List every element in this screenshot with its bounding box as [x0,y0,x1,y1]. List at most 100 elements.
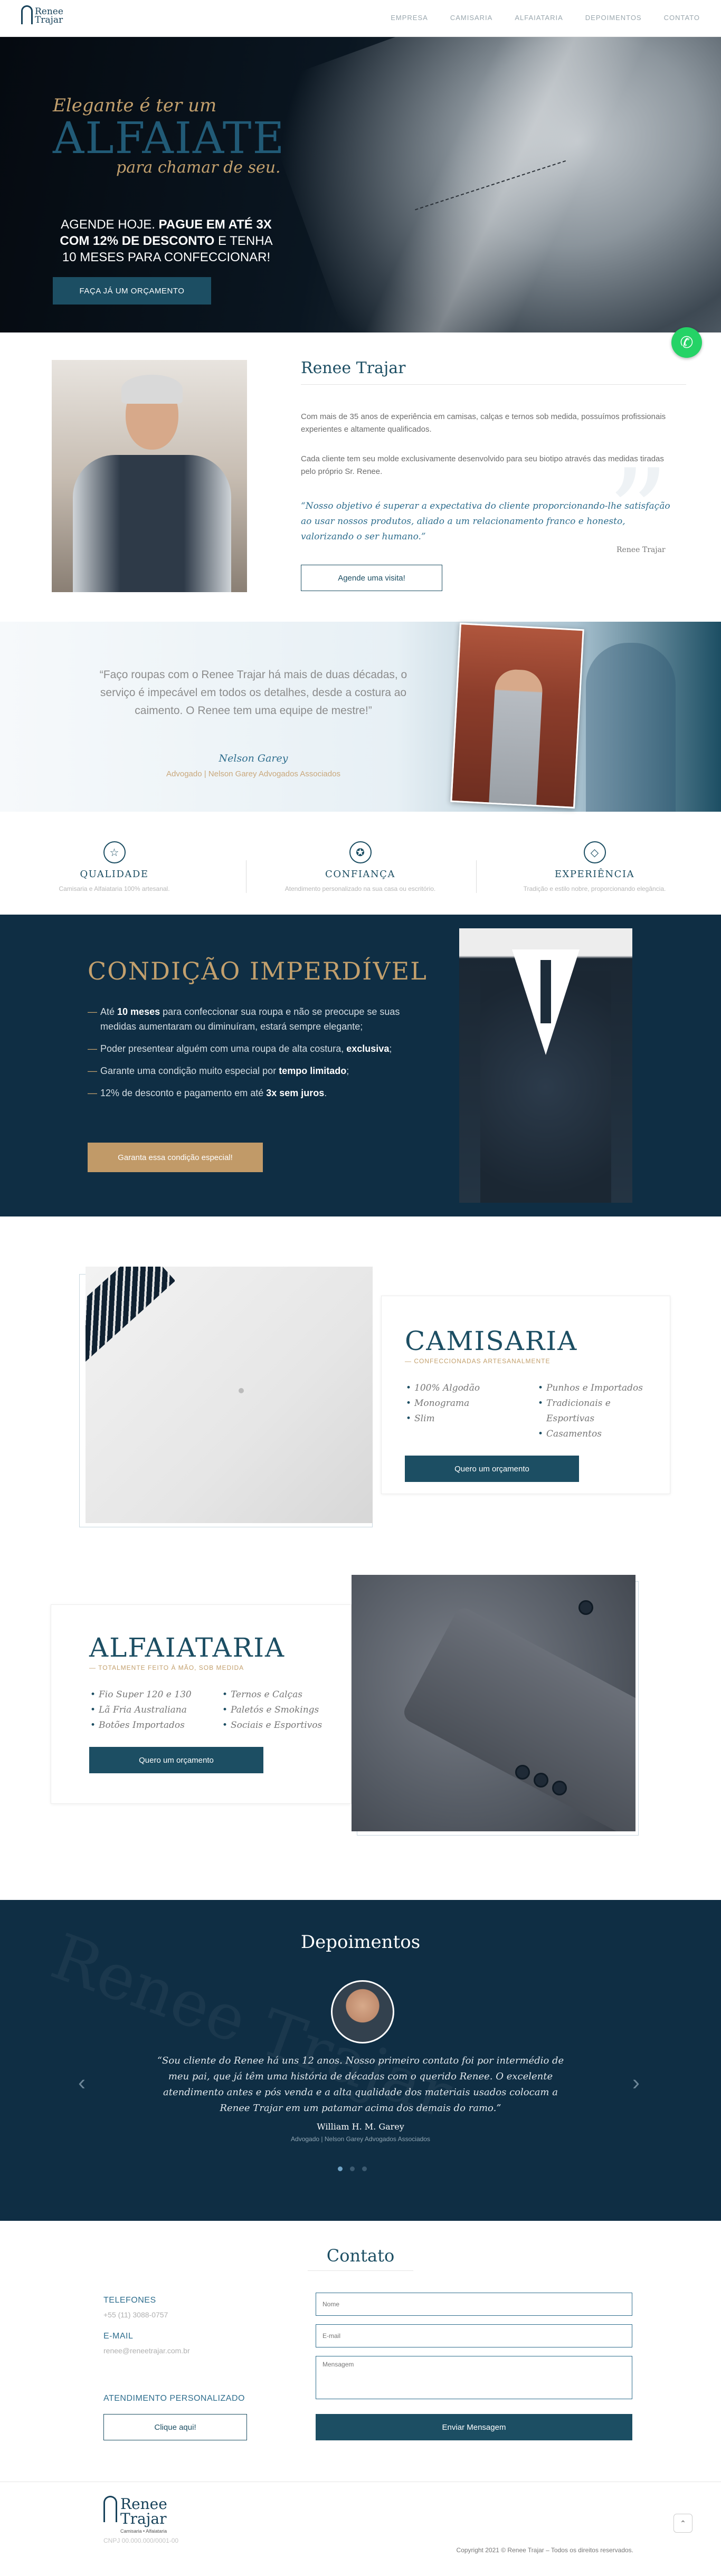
testimonial-quote: “Faço roupas com o Renee Trajar há mais … [99,669,407,717]
menu-item-empresa[interactable]: EMPRESA [391,14,428,22]
footer: Renee Trajar Camisaria • Alfaiataria CNP… [0,2482,721,2576]
testimonial-quote: “Sou cliente do Renee há uns 12 anos. No… [157,2055,564,2114]
testimonials-title: Depoimentos [300,1932,421,1953]
schedule-visit-button[interactable]: Agende uma visita! [301,565,442,591]
feature-desc: Atendimento personalizado na sua casa ou… [284,885,436,892]
menu-item-contato[interactable]: CONTATO [664,14,700,22]
featured-testimonial: “Faço roupas com o Renee Trajar há mais … [0,622,721,812]
hero-line3: para chamar de seu. [116,158,281,177]
hero-offer-text: AGENDE HOJE. PAGUE EM ATÉ 3X COM 12% DE … [60,217,273,264]
award-icon: ✪ [349,841,372,863]
testimonial-name: Nelson Garey [219,753,288,764]
list-item: Monograma [405,1396,526,1411]
feature-quality: ☆ QUALIDADE Camisaria e Alfaiataria 100%… [0,841,229,892]
alfaiataria-list-2: Ternos e Calças Paletós e Smokings Socia… [221,1687,343,1733]
email-value[interactable]: renee@reneetrajar.com.br [103,2346,190,2355]
top-navbar: Renee Trajar EMPRESA CAMISARIA ALFAIATAR… [0,0,721,37]
copyright: Copyright 2021 © Renee Trajar – Todos os… [456,2546,633,2554]
shirt-tie-image [86,1267,373,1523]
chevron-left-icon[interactable]: ‹ [78,2070,86,2095]
client-photo [450,623,584,809]
email-field[interactable] [316,2324,632,2347]
star-icon: ☆ [103,841,126,863]
alfaiataria-card: ALFAIATARIA — TOTALMENTE FEITO À MÃO, SO… [51,1604,352,1804]
about-quote-author: Renee Trajar [616,546,666,554]
camisaria-list-2: Punhos e Importados Tradicionais e Espor… [537,1381,658,1442]
carousel-dot[interactable] [350,2166,355,2171]
logo-mark-icon [103,2496,117,2522]
footer-small-text: CNPJ 00.000.000/0001-00 [103,2537,179,2544]
about-title: Renee Trajar [301,359,406,377]
diamond-icon: ◇ [583,841,606,863]
click-here-button[interactable]: Clique aqui! [103,2414,247,2440]
message-field[interactable] [316,2356,632,2399]
list-item: Garante uma condição muito especial por … [88,1063,436,1078]
about-quote: “Nosso objetivo é superar a expectativa … [301,501,670,542]
footer-tagline: Camisaria • Alfaiataria [120,2529,167,2534]
list-item: Até 10 meses para confeccionar sua roupa… [88,1004,436,1034]
name-field[interactable] [316,2293,632,2316]
feature-title: QUALIDADE [80,869,149,880]
carousel-dot[interactable] [338,2166,343,2171]
feature-desc: Camisaria e Alfaiataria 100% artesanal. [59,885,170,892]
logo-mark-icon [21,5,33,24]
avatar [331,1980,394,2043]
list-item: Casamentos [537,1427,658,1442]
camisaria-title: CAMISARIA [405,1326,578,1356]
site-logo[interactable]: Renee Trajar [21,5,63,25]
about-paragraph-1: Com mais de 35 anos de experiência em ca… [301,412,666,434]
hero-banner: Elegante é ter um ALFAIATE para chamar d… [0,37,721,332]
condition-title: CONDIÇÃO IMPERDÍVEL [88,957,428,985]
carousel-dots [338,2166,367,2171]
list-item: Sociais e Esportivos [221,1718,343,1733]
whatsapp-icon[interactable]: ✆ [671,327,702,358]
testimonial-role: Advogado | Nelson Garey Advogados Associ… [166,769,340,778]
condition-list: Até 10 meses para confeccionar sua roupa… [88,1004,436,1108]
main-menu: EMPRESA CAMISARIA ALFAIATARIA DEPOIMENTO… [391,14,700,22]
menu-item-depoimentos[interactable]: DEPOIMENTOS [585,14,642,22]
list-item: Poder presentear alguém com uma roupa de… [88,1041,436,1056]
chevron-up-icon[interactable]: ⌃ [673,2514,692,2533]
list-item: Slim [405,1411,526,1427]
personal-service-label: ATENDIMENTO PERSONALIZADO [103,2394,245,2403]
hero-line1: Elegante é ter um [53,95,217,116]
camisaria-card: CAMISARIA — CONFECCIONADAS ARTESANALMENT… [381,1296,670,1494]
phone-value[interactable]: +55 (11) 3088-0757 [103,2311,168,2319]
list-item: 12% de desconto e pagamento em até 3x se… [88,1086,436,1100]
feature-title: CONFIANÇA [325,869,395,880]
menu-item-alfaiataria[interactable]: ALFAIATARIA [515,14,563,22]
list-item: 100% Algodão [405,1381,526,1396]
contact-title: Contato [326,2246,395,2266]
list-item: Paletós e Smokings [221,1703,343,1718]
logo-line2: Trajar [35,15,63,25]
feature-experience: ◇ EXPERIÊNCIA Tradição e estilo nobre, p… [480,841,709,892]
camisaria-subtitle: — CONFECCIONADAS ARTESANALMENTE [405,1357,551,1365]
list-item: Punhos e Importados [537,1381,658,1396]
camisaria-quote-button[interactable]: Quero um orçamento [405,1456,579,1482]
list-item: Botões Importados [89,1718,211,1733]
send-message-button[interactable]: Enviar Mensagem [316,2414,632,2440]
testimonials-section: Renee Trajar Depoimentos “Sou cliente do… [0,1900,721,2221]
alfaiataria-quote-button[interactable]: Quero um orçamento [89,1747,263,1773]
list-item: Fio Super 120 e 130 [89,1687,211,1703]
feature-trust: ✪ CONFIANÇA Atendimento personalizado na… [246,841,475,892]
hero-headline: ALFAIATE [53,113,286,164]
feature-desc: Tradição e estilo nobre, proporcionando … [523,885,666,892]
guarantee-condition-button[interactable]: Garanta essa condição especial! [88,1143,263,1172]
list-item: Tradicionais e Esportivas [537,1396,658,1427]
carousel-dot[interactable] [362,2166,367,2171]
alfaiataria-title: ALFAIATARIA [89,1632,286,1663]
chevron-right-icon[interactable]: › [632,2070,640,2095]
testimonial-name: William H. M. Garey [317,2122,404,2132]
special-condition-section: CONDIÇÃO IMPERDÍVEL Até 10 meses para co… [0,915,721,1216]
testimonial-role: Advogado | Nelson Garey Advogados Associ… [291,2135,430,2143]
hero-quote-button[interactable]: FAÇA JÁ UM ORÇAMENTO [53,277,211,305]
list-item: Lã Fria Australiana [89,1703,211,1718]
camisaria-list-1: 100% Algodão Monograma Slim [405,1381,526,1442]
menu-item-camisaria[interactable]: CAMISARIA [450,14,493,22]
suit-sleeve-image [352,1575,635,1831]
phone-label: TELEFONES [103,2296,156,2305]
email-label: E-MAIL [103,2332,134,2341]
about-paragraph-2: Cada cliente tem seu molde exclusivament… [301,454,664,476]
alfaiataria-list-1: Fio Super 120 e 130 Lã Fria Australiana … [89,1687,211,1733]
